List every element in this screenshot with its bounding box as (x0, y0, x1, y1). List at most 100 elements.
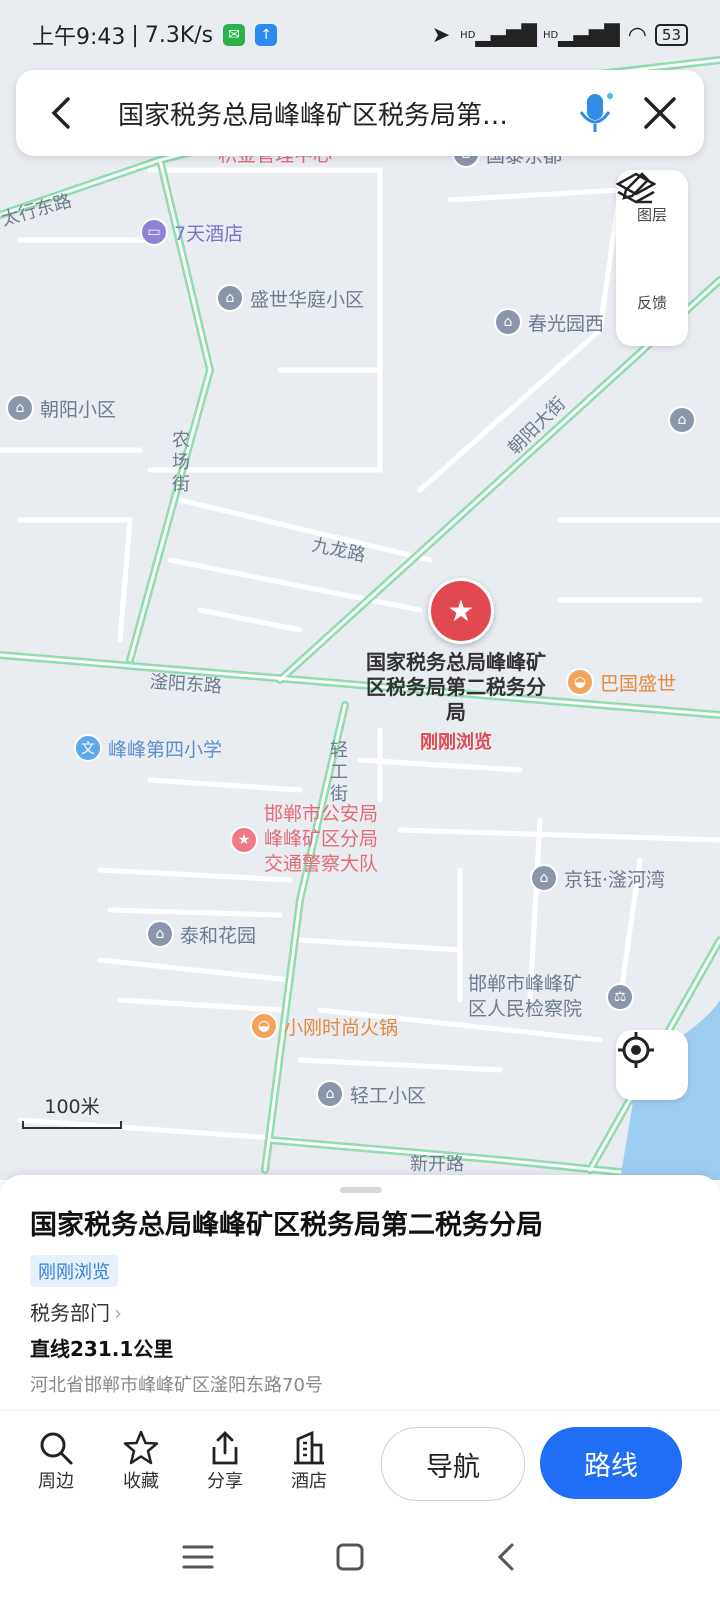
scale-label: 100米 (44, 1096, 100, 1118)
marker-recent-label: 刚刚浏览 (420, 732, 492, 753)
poi-label: 泰和花园 (180, 924, 257, 947)
locate-button[interactable] (616, 1030, 688, 1100)
poi-baguo[interactable]: ◒ 巴国盛世 (566, 668, 676, 696)
place-category[interactable]: 税务部门 › (30, 1297, 122, 1326)
poi-qinggong-xq[interactable]: ⌂ 轻工小区 (316, 1080, 426, 1108)
road-label-nongchang: 农场街 (172, 430, 190, 495)
restaurant-icon: ◒ (566, 668, 594, 696)
menu-icon[interactable] (180, 1539, 216, 1575)
feedback-button[interactable]: 反馈 (622, 172, 667, 313)
poi-label: 朝阳小区 (40, 398, 117, 421)
poi-unnamed[interactable]: ⌂ (668, 406, 696, 434)
poi-police[interactable]: ★ 邯郸市公安局峰峰矿区分局交通警察大队 (230, 802, 396, 877)
system-nav-bar (0, 1515, 720, 1600)
building-icon: ⌂ (668, 406, 696, 434)
battery-icon: 53 (654, 24, 688, 46)
voice-mic-icon[interactable] (574, 88, 618, 138)
home-square-icon[interactable] (332, 1539, 368, 1575)
route-button[interactable]: 路线 (540, 1427, 682, 1499)
search-bar[interactable]: 国家税务总局峰峰矿区税务局第… (16, 70, 704, 156)
status-bar: 上午9:43 | 7.3K/s ✉ ↑ ➤ HD ▂▄▆█ HD ▂▄▆█ ◠ … (0, 0, 720, 70)
poi-label: 京钰·滏河湾 (564, 868, 666, 891)
category-label: 税务部门 (30, 1301, 110, 1325)
school-icon: 文 (74, 734, 102, 762)
building-icon: ⌂ (530, 864, 558, 892)
hd-label: HD (542, 29, 559, 41)
chevron-right-icon: › (114, 1301, 122, 1325)
drag-handle[interactable] (340, 1187, 382, 1193)
pen-icon (622, 172, 652, 204)
locate-icon (618, 1032, 654, 1068)
place-distance: 直线231.1公里 (30, 1337, 174, 1361)
poi-label: 巴国盛世 (600, 672, 677, 695)
building-icon: ⌂ (6, 394, 34, 422)
poi-procuratorate[interactable]: ⚖ 邯郸市峰峰矿区人民检察院 (468, 972, 634, 1022)
poi-hotpot[interactable]: ◒ 小刚时尚火锅 (250, 1012, 398, 1040)
poi-taihe[interactable]: ⌂ 泰和花园 (146, 920, 256, 948)
favorite-label: 收藏 (123, 1471, 159, 1492)
search-icon (40, 1432, 73, 1465)
signal-icon: ▂▄▆█ (558, 23, 620, 47)
signal-icon: ▂▄▆█ (475, 23, 537, 47)
hotel-label: 酒店 (291, 1471, 327, 1492)
location-arrow-icon: ➤ (431, 22, 451, 48)
poi-label: 轻工小区 (350, 1084, 427, 1107)
hd-label: HD (460, 29, 476, 41)
poi-label: 小刚时尚火锅 (284, 1016, 399, 1039)
wifi-icon: ◠ (627, 22, 647, 48)
favorite-button[interactable]: 收藏 (111, 1429, 171, 1493)
star-icon: ★ (447, 593, 475, 629)
feedback-label: 反馈 (636, 293, 667, 312)
poi-chaoyang[interactable]: ⌂ 朝阳小区 (6, 394, 116, 422)
wechat-icon: ✉ (223, 24, 246, 46)
selected-place-marker[interactable]: ★ (428, 578, 494, 644)
poi-shengshi[interactable]: ⌂ 盛世华庭小区 (216, 284, 364, 312)
share-button[interactable]: 分享 (195, 1429, 255, 1493)
share-icon (212, 1431, 238, 1465)
building-icon: ⌂ (216, 284, 244, 312)
hotel-button[interactable]: 酒店 (279, 1429, 339, 1493)
poi-label: 邯郸市公安局峰峰矿区分局交通警察大队 (264, 803, 379, 875)
scales-icon: ⚖ (606, 983, 634, 1011)
layers-button[interactable]: 图层 (616, 172, 667, 225)
back-icon[interactable] (40, 91, 84, 135)
bed-icon: ▭ (140, 218, 168, 246)
map-view[interactable]: 太行东路 农场街 九龙路 朝阳大街 滏阳东路 轻工街 新开路 积金管理中心 ⌂国… (0, 0, 720, 1180)
back-triangle-icon[interactable] (488, 1539, 524, 1575)
upload-icon: ↑ (255, 24, 278, 46)
place-detail-sheet: 国家税务总局峰峰矿区税务局第二税务分局 刚刚浏览 税务部门 › 直线231.1公里… (0, 1175, 720, 1420)
road-label-qinggong: 轻工街 (330, 740, 348, 805)
recent-tag: 刚刚浏览 (30, 1255, 118, 1287)
hotel-building-icon (294, 1430, 324, 1465)
close-icon[interactable] (638, 91, 682, 135)
nearby-label: 周边 (38, 1471, 74, 1492)
search-query[interactable]: 国家税务总局峰峰矿区税务局第… (118, 95, 574, 132)
place-title: 国家税务总局峰峰矿区税务局第二税务分局 (30, 1210, 543, 1241)
navigate-button[interactable]: 导航 (381, 1427, 525, 1501)
road-label-fuyang: 滏阳东路 (149, 671, 223, 698)
poi-hotel7[interactable]: ▭ 7天酒店 (140, 218, 243, 246)
poi-chunguang[interactable]: ⌂ 春光园西 (494, 308, 604, 336)
layers-label: 图层 (636, 205, 667, 224)
status-time: 上午9:43 (32, 25, 126, 50)
poi-label: 7天酒店 (174, 222, 244, 245)
poi-label: 春光园西 (528, 312, 605, 335)
road-label-xinkai: 新开路 (410, 1154, 464, 1175)
poi-jingyu[interactable]: ⌂ 京钰·滏河湾 (530, 864, 665, 892)
star-outline-icon (123, 1430, 159, 1465)
action-bar: 周边 收藏 分享 酒店 导航 路线 (0, 1410, 720, 1516)
status-divider: | (131, 22, 139, 48)
poi-label: 盛世华庭小区 (250, 288, 365, 311)
nearby-button[interactable]: 周边 (26, 1429, 86, 1493)
restaurant-icon: ◒ (250, 1012, 278, 1040)
place-address: 河北省邯郸市峰峰矿区滏阳东路70号 (30, 1375, 323, 1396)
building-icon: ⌂ (494, 308, 522, 336)
map-scale: 100米 (22, 1092, 122, 1129)
share-label: 分享 (207, 1471, 243, 1492)
status-speed: 7.3K/s (144, 22, 214, 48)
building-icon: ⌂ (316, 1080, 344, 1108)
poi-school4[interactable]: 文峰峰第四小学 (74, 734, 222, 762)
poi-label: 邯郸市峰峰矿区人民检察院 (468, 973, 583, 1020)
building-icon: ⌂ (146, 920, 174, 948)
scale-bar (22, 1121, 122, 1129)
